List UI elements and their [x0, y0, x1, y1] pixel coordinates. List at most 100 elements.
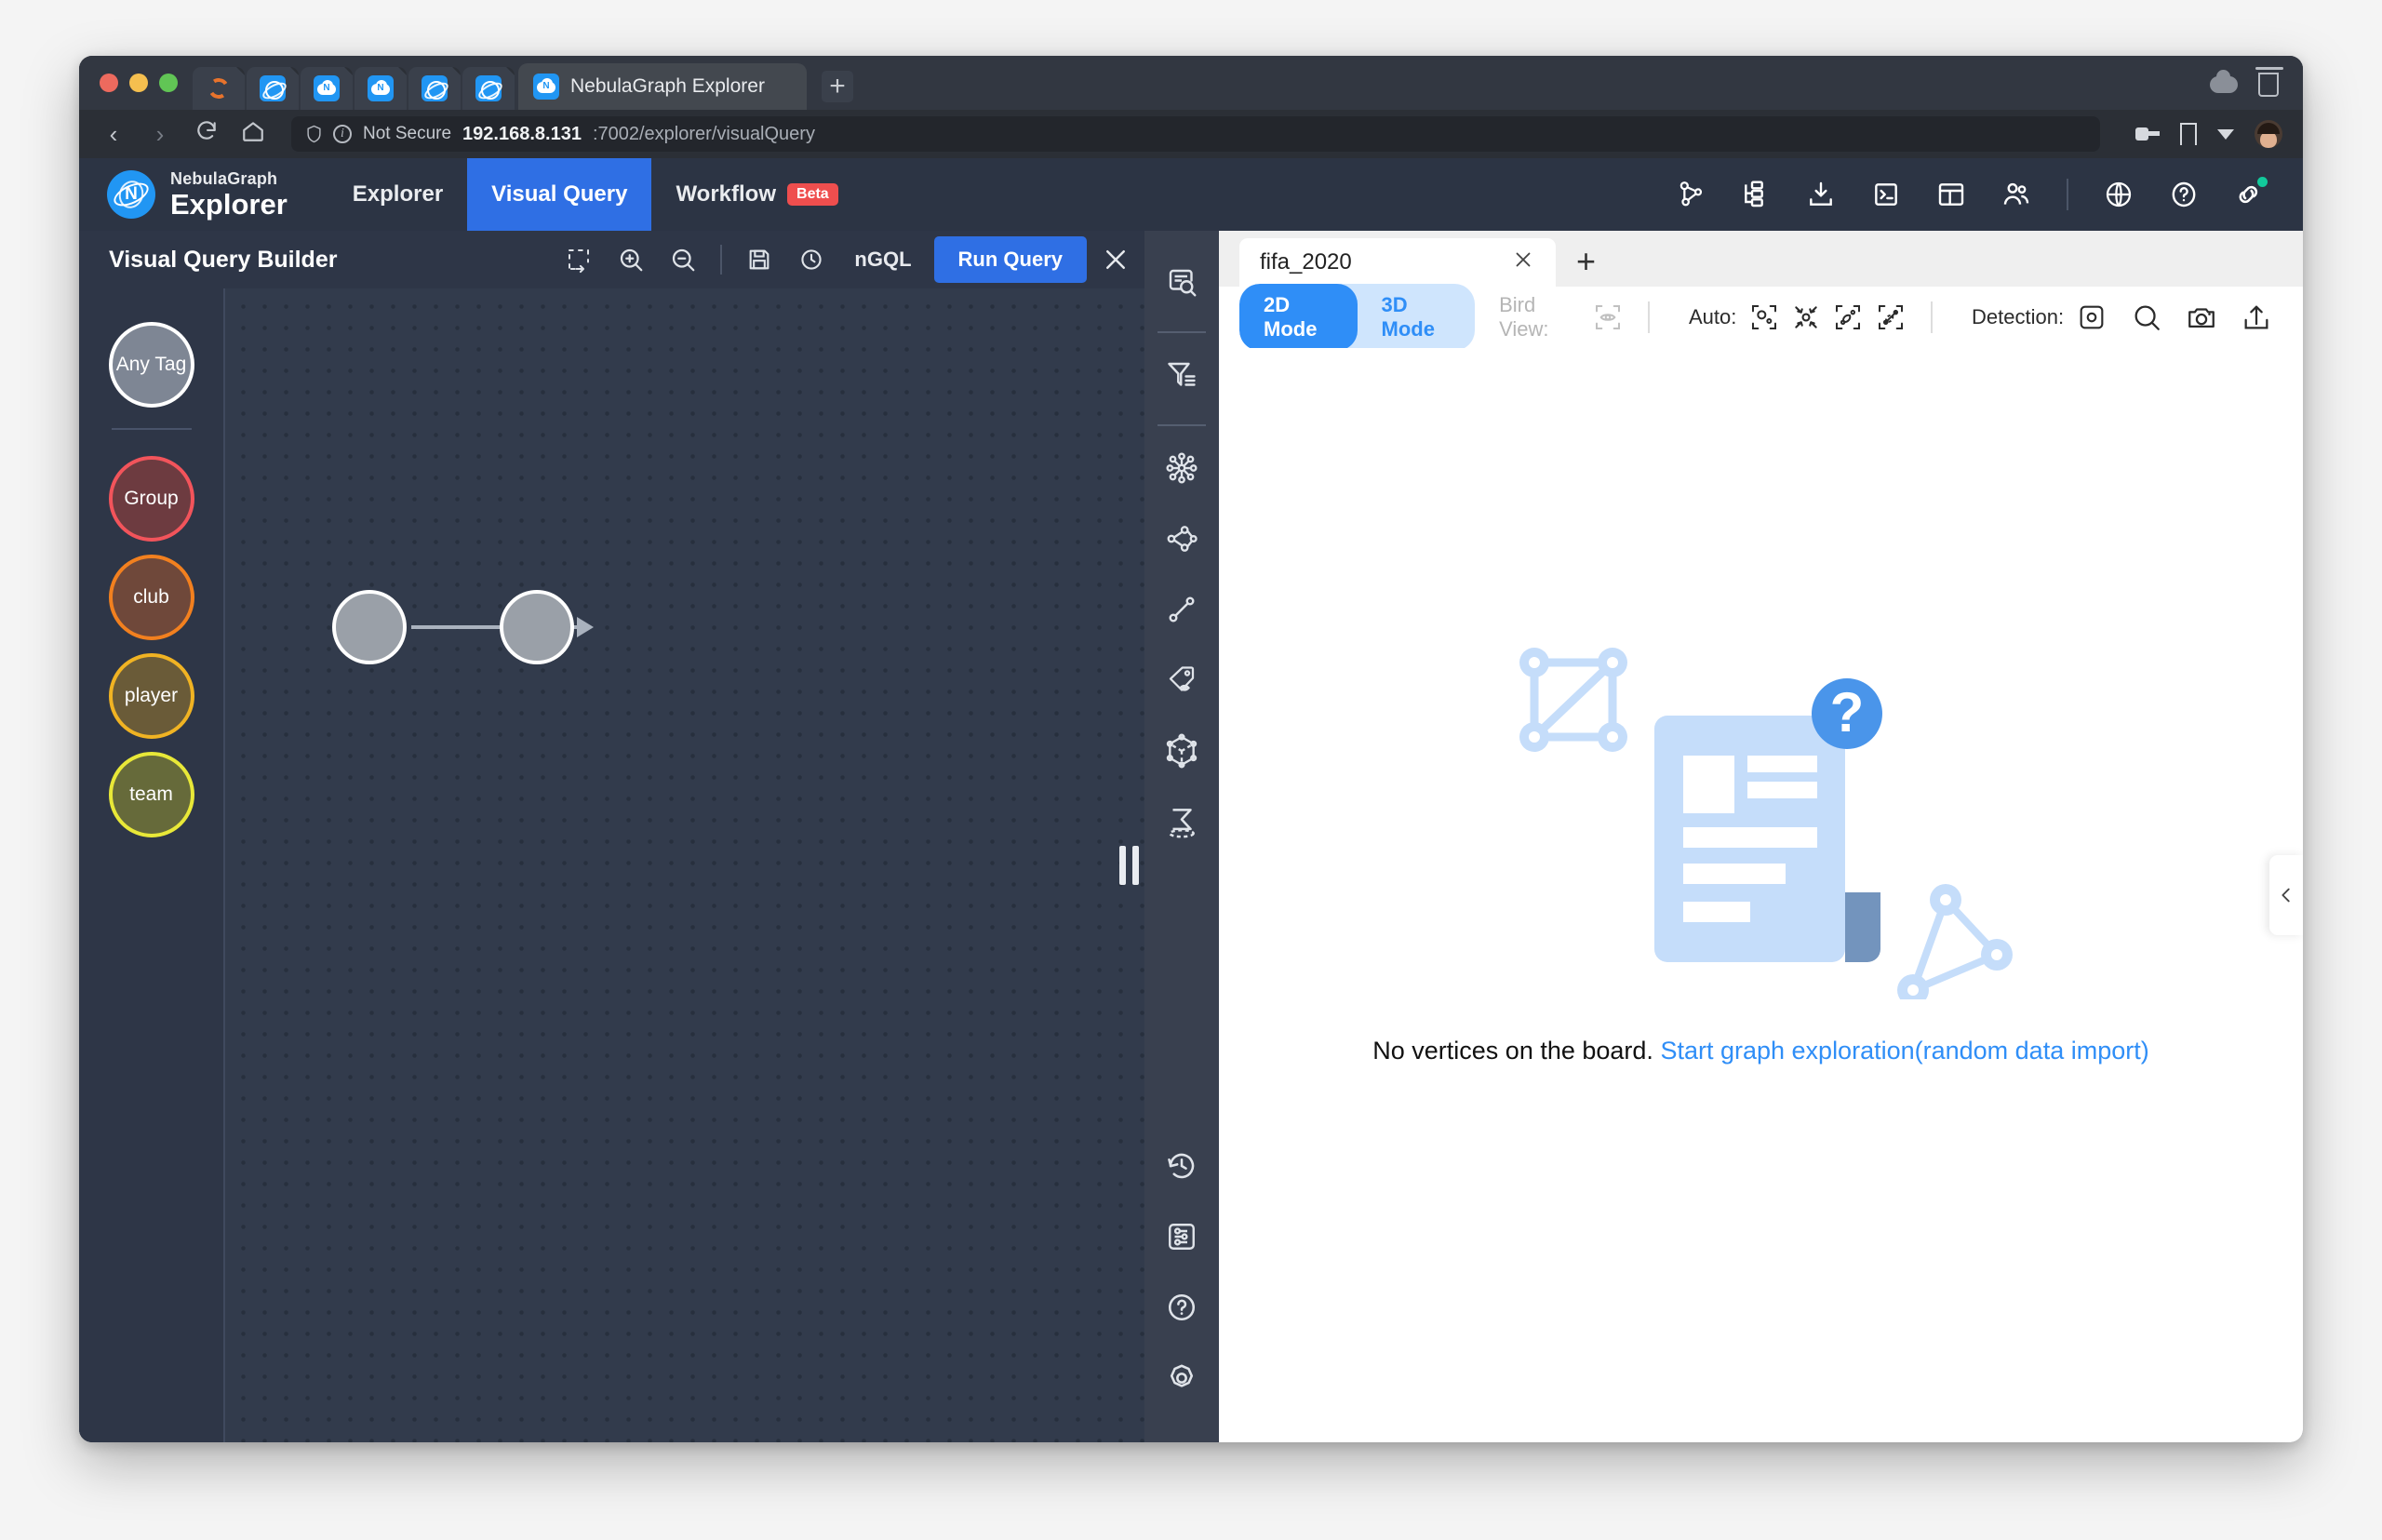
history-icon[interactable] — [785, 231, 837, 288]
select-area-icon[interactable] — [553, 231, 605, 288]
browser-tab-active[interactable]: NebulaGraph Explorer — [518, 63, 807, 110]
browser-tab[interactable] — [193, 67, 245, 110]
link-icon[interactable] — [2234, 177, 2268, 209]
history-icon[interactable] — [1155, 1139, 1209, 1193]
trash-icon[interactable] — [2255, 67, 2283, 97]
help-icon[interactable] — [1155, 1280, 1209, 1334]
edge-arrowhead — [577, 617, 594, 637]
globe-icon[interactable] — [2104, 180, 2134, 209]
import-icon[interactable] — [1806, 180, 1836, 209]
tag-team[interactable]: team — [108, 752, 194, 837]
tag-any-tag[interactable]: Any Tag — [108, 322, 194, 408]
browser-tab[interactable] — [355, 67, 407, 110]
source-node[interactable] — [332, 590, 407, 664]
help-icon[interactable] — [2169, 180, 2199, 209]
export-icon[interactable] — [2241, 299, 2273, 336]
tag-visibility-icon[interactable] — [1155, 653, 1209, 707]
close-icon[interactable] — [1511, 248, 1535, 278]
filter-icon[interactable] — [1155, 348, 1209, 402]
expand-neighbors-icon[interactable] — [1155, 441, 1209, 495]
graph-tab-fifa-2020[interactable]: fifa_2020 — [1239, 238, 1556, 287]
browser-tab[interactable] — [462, 67, 515, 110]
expand-edge-icon[interactable] — [1832, 299, 1865, 336]
query-canvas[interactable] — [225, 288, 1144, 1442]
svg-text:?: ? — [1829, 681, 1864, 743]
collapse-icon[interactable] — [1790, 299, 1823, 336]
inspect-card-icon[interactable] — [1155, 255, 1209, 309]
ngql-button[interactable]: nGQL — [837, 248, 928, 272]
eye-frame-icon[interactable] — [1591, 299, 1624, 336]
browser-window: NebulaGraph Explorer + ‹ › i Not Secure — [79, 56, 2303, 1442]
auto-layout-icon[interactable] — [1747, 299, 1780, 336]
start-exploration-link[interactable]: Start graph exploration(random data impo… — [1660, 1037, 2148, 1065]
bookmark-icon[interactable] — [2179, 123, 2201, 154]
circle-frame-icon[interactable] — [2075, 299, 2108, 336]
mode-3d-button[interactable]: 3D Mode — [1358, 284, 1476, 351]
close-icon[interactable] — [1087, 231, 1144, 288]
path-icon[interactable] — [1155, 583, 1209, 636]
nebula-cloud-icon — [314, 75, 340, 101]
layout-icon[interactable] — [1936, 180, 1966, 209]
visual-query-builder-panel: Visual Query Builder nGQL Run Query Any … — [79, 231, 1144, 1442]
schema-graph-icon[interactable] — [1676, 180, 1706, 209]
nav-tab-workflow[interactable]: Workflow Beta — [651, 158, 862, 231]
save-icon[interactable] — [733, 231, 785, 288]
statistics-icon[interactable] — [1155, 795, 1209, 849]
tag-palette: Any Tag Group club player team — [79, 288, 223, 1442]
search-icon[interactable] — [2130, 299, 2162, 336]
mode-switch: 2D Mode 3D Mode — [1239, 284, 1476, 351]
users-icon[interactable] — [2001, 180, 2031, 209]
url-bar[interactable]: i Not Secure 192.168.8.131:7002/explorer… — [291, 116, 2100, 152]
add-graph-tab-button[interactable]: + — [1556, 242, 1614, 287]
tree-icon[interactable] — [1741, 180, 1771, 209]
tag-player[interactable]: player — [108, 653, 194, 739]
target-node[interactable] — [500, 590, 574, 664]
cloud-icon[interactable] — [2210, 70, 2238, 93]
subgraph-icon[interactable] — [1155, 512, 1209, 566]
nav-tab-explorer[interactable]: Explorer — [328, 158, 467, 231]
nebula-circle-icon — [475, 75, 502, 101]
empty-graph-illustration: ? — [1501, 627, 2022, 1006]
browser-tab[interactable] — [247, 67, 299, 110]
mode-2d-button[interactable]: 2D Mode — [1239, 284, 1358, 351]
forward-button[interactable]: › — [146, 120, 174, 149]
new-tab-button[interactable]: + — [822, 71, 853, 102]
query-canvas-wrapper[interactable] — [223, 288, 1144, 1442]
nav-tab-visual-query[interactable]: Visual Query — [467, 158, 652, 231]
browser-tab[interactable] — [408, 67, 461, 110]
tag-label: Group — [124, 488, 179, 509]
graph-panel: fifa_2020 + 2D Mode 3D Mode Bird View: A… — [1219, 231, 2303, 1442]
reload-button[interactable] — [193, 119, 221, 150]
settings-sliders-icon[interactable] — [1155, 1210, 1209, 1264]
main-nav: Explorer Visual Query Workflow Beta — [328, 158, 863, 231]
gear-icon[interactable] — [1155, 1351, 1209, 1405]
camera-icon[interactable] — [2186, 299, 2218, 336]
password-key-icon[interactable] — [2135, 127, 2160, 141]
minimize-window-button[interactable] — [129, 74, 148, 92]
info-icon[interactable]: i — [333, 125, 352, 143]
home-button[interactable] — [239, 119, 267, 150]
graph-canvas[interactable]: ? No vertices on the board. Start graph … — [1219, 348, 2303, 1442]
empty-state-message: No vertices on the board. — [1372, 1037, 1653, 1065]
maximize-window-button[interactable] — [159, 74, 178, 92]
close-window-button[interactable] — [100, 74, 118, 92]
beta-badge: Beta — [787, 183, 838, 206]
console-icon[interactable] — [1871, 180, 1901, 209]
cube-3d-icon[interactable] — [1155, 724, 1209, 778]
run-query-button[interactable]: Run Query — [933, 236, 1087, 283]
avatar[interactable] — [2255, 120, 2282, 148]
browser-tab-strip: NebulaGraph Explorer + — [79, 56, 2303, 110]
zoom-in-icon[interactable] — [605, 231, 657, 288]
back-button[interactable]: ‹ — [100, 120, 127, 149]
browser-tab[interactable] — [301, 67, 353, 110]
panel-resize-handle[interactable] — [1113, 837, 1144, 893]
graph-vertical-toolbar — [1144, 231, 1219, 1442]
expand-edge-dashed-icon[interactable] — [1874, 299, 1907, 336]
toolbar-divider — [1931, 301, 1934, 333]
zoom-out-icon[interactable] — [657, 231, 709, 288]
collapse-right-panel-button[interactable] — [2269, 855, 2303, 935]
tag-club[interactable]: club — [108, 555, 194, 640]
tag-group[interactable]: Group — [108, 456, 194, 542]
chevron-down-icon[interactable] — [2217, 128, 2234, 140]
nebulagraph-logo-icon: N — [107, 170, 155, 219]
